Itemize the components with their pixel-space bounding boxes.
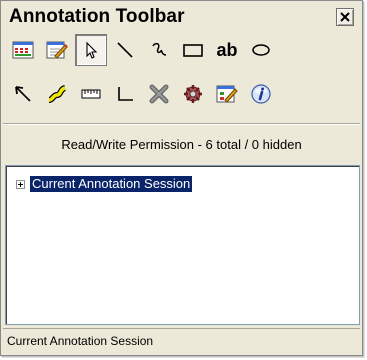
annotation-toolbar-window: Annotation Toolbar ab Read/Write Permiss… (0, 0, 363, 356)
annotation-tree[interactable]: Current Annotation Session (5, 165, 360, 325)
edit-note-button[interactable] (41, 34, 73, 66)
settings-gear-button[interactable] (177, 78, 209, 110)
annotation-tools: ab (3, 32, 360, 124)
info-help-button[interactable] (245, 78, 277, 110)
ruler-grid-button[interactable] (7, 34, 39, 66)
highlighter-tool-icon (48, 85, 67, 103)
measure-tool-button[interactable] (75, 78, 107, 110)
angle-tool-icon (118, 87, 133, 101)
title-bar[interactable]: Annotation Toolbar (3, 3, 360, 31)
tool-row-2 (7, 78, 277, 110)
freehand-tool-icon (152, 42, 167, 56)
status-bar: Current Annotation Session (3, 328, 360, 353)
delete-button[interactable] (143, 78, 175, 110)
arrow-tool-button[interactable] (7, 78, 39, 110)
rectangle-tool-button[interactable] (177, 34, 209, 66)
window-title: Annotation Toolbar (9, 6, 185, 27)
angle-tool-button[interactable] (109, 78, 141, 110)
measure-tool-icon (81, 89, 101, 99)
delete-icon (149, 84, 169, 104)
info-help-icon (251, 84, 271, 104)
line-tool-button[interactable] (109, 34, 141, 66)
close-icon (340, 12, 350, 22)
tree-item-label[interactable]: Current Annotation Session (28, 175, 194, 193)
line-tool-icon (117, 42, 133, 58)
text-tool-button[interactable]: ab (211, 34, 243, 66)
edit-properties-button[interactable] (211, 78, 243, 110)
highlighter-tool-button[interactable] (41, 78, 73, 110)
expand-icon[interactable] (16, 179, 25, 189)
permission-summary: Read/Write Permission - 6 total / 0 hidd… (61, 137, 302, 152)
freehand-tool-button[interactable] (143, 34, 175, 66)
settings-gear-icon (184, 85, 202, 103)
text-tool-icon: ab (216, 39, 238, 60)
edit-note-icon (46, 41, 68, 59)
ellipse-tool-button[interactable] (245, 34, 277, 66)
pointer-select-button[interactable] (75, 34, 107, 66)
rectangle-tool-icon (183, 44, 203, 57)
close-button[interactable] (336, 8, 354, 26)
ruler-grid-icon (12, 41, 34, 59)
pointer-select-icon (86, 41, 98, 59)
arrow-tool-icon (15, 86, 31, 102)
ellipse-tool-icon (252, 44, 270, 56)
tree-item-current-session[interactable]: Current Annotation Session (16, 175, 194, 193)
toolbar-separator (3, 123, 360, 125)
tool-row-1: ab (7, 34, 277, 66)
edit-properties-icon (216, 85, 238, 103)
